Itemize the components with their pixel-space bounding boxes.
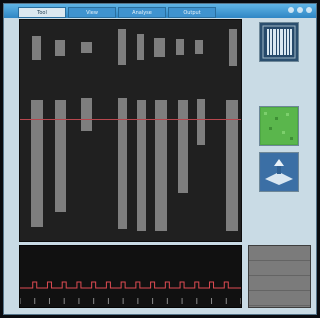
signal-trace-panel [19, 245, 242, 308]
scan-bar [229, 29, 237, 66]
barcode-icon [262, 25, 296, 59]
scan-bar [178, 100, 188, 193]
scan-bar [154, 38, 165, 57]
tool-panel [247, 16, 311, 238]
scan-image-view[interactable] [19, 19, 242, 242]
window-controls [288, 7, 312, 13]
scan-bar [197, 99, 205, 145]
readout-row [249, 278, 310, 291]
height-map-tool-button[interactable] [259, 152, 299, 192]
texture-icon [261, 108, 297, 144]
readout-row [249, 293, 310, 306]
maximize-button[interactable] [297, 7, 303, 13]
tab-output[interactable]: Output [168, 7, 216, 18]
scan-bar [55, 100, 66, 212]
scan-bar [176, 39, 184, 55]
texture-tool-button[interactable] [259, 106, 299, 146]
scan-bar [118, 98, 127, 229]
tab-analyse[interactable]: Analyse [118, 7, 166, 18]
scan-bar [118, 29, 126, 65]
height-map-icon [261, 154, 297, 190]
close-button[interactable] [306, 7, 312, 13]
readout-row [249, 263, 310, 276]
tab-bar: Tool View Analyse Output [18, 7, 216, 18]
scan-bar [195, 40, 203, 54]
scan-bar [55, 40, 65, 56]
readout-row [249, 248, 310, 261]
signal-line [20, 281, 241, 289]
measurement-readouts [248, 245, 311, 308]
minimize-button[interactable] [288, 7, 294, 13]
tab-tool[interactable]: Tool [18, 7, 66, 18]
barcode-tool-button[interactable] [259, 22, 299, 62]
reference-line[interactable] [20, 119, 241, 120]
tab-view[interactable]: View [68, 7, 116, 18]
signal-trace [19, 281, 242, 304]
scan-bar [137, 34, 144, 60]
scan-bar [81, 42, 92, 53]
scan-bar [32, 36, 41, 60]
scan-bar [81, 98, 92, 131]
